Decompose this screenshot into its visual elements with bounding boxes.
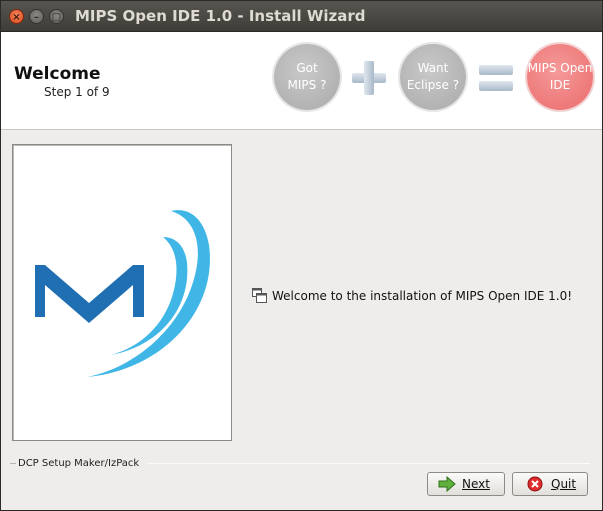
page-title: Welcome <box>14 64 101 84</box>
equals-icon <box>479 65 513 93</box>
footer-divider-left <box>10 463 16 464</box>
badge-want-eclipse-line1: Want <box>417 61 449 75</box>
minimize-window-button[interactable]: – <box>29 9 44 24</box>
plus-icon <box>352 61 386 95</box>
footer-label: DCP Setup Maker/IzPack <box>18 458 140 469</box>
window-icon <box>252 288 267 303</box>
maximize-window-button[interactable]: □ <box>49 9 64 24</box>
badge-want-eclipse: Want Eclipse ? <box>400 44 466 110</box>
badge-result-line2: IDE <box>549 78 571 92</box>
title-bar[interactable]: × – □ MIPS Open IDE 1.0 - Install Wizard <box>1 1 602 32</box>
red-cancel-icon <box>527 476 545 492</box>
badge-got-mips: Got MIPS ? <box>274 44 340 110</box>
green-arrow-icon <box>438 475 456 493</box>
close-window-button[interactable]: × <box>9 9 24 24</box>
logo-panel <box>12 144 232 441</box>
welcome-message-text: Welcome to the installation of MIPS Open… <box>272 288 573 303</box>
footer-divider <box>147 463 590 464</box>
welcome-message: Welcome to the installation of MIPS Open… <box>252 288 572 303</box>
installer-window: × – □ MIPS Open IDE 1.0 - Install Wizard… <box>0 0 603 511</box>
next-button[interactable]: Next <box>427 472 505 496</box>
wizard-header: Welcome Step 1 of 9 Got MIPS ? Want Eclips… <box>1 32 602 130</box>
step-indicator: Step 1 of 9 <box>44 85 110 99</box>
quit-button-label: Quit <box>551 477 577 491</box>
quit-button[interactable]: Quit <box>512 472 588 496</box>
next-button-label: Next <box>462 477 490 491</box>
badge-result-line1: MIPS Open <box>527 61 593 75</box>
window-title: MIPS Open IDE 1.0 - Install Wizard <box>75 7 366 25</box>
badge-got-mips-line2: MIPS ? <box>287 78 327 92</box>
badge-want-eclipse-line2: Eclipse ? <box>406 78 460 92</box>
badge-mips-open-ide: MIPS Open IDE <box>527 44 593 110</box>
mips-logo-icon <box>35 210 210 377</box>
badge-got-mips-line1: Got <box>296 61 318 75</box>
